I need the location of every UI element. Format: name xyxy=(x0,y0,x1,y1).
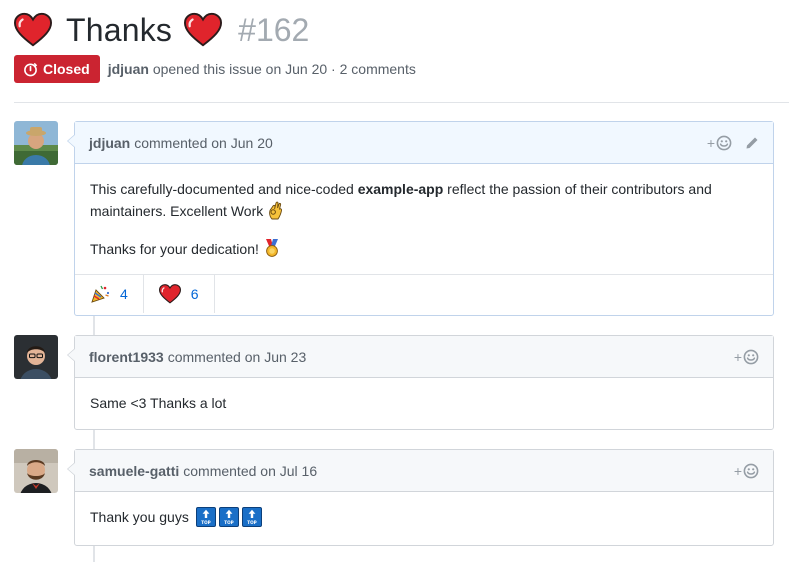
top-arrow-icon xyxy=(242,507,262,527)
comment-author-link[interactable]: samuele-gatti xyxy=(89,463,179,479)
timeline-connector xyxy=(93,316,95,335)
issue-meta-details: opened this issue on Jun 20 · 2 comments xyxy=(152,61,416,77)
add-reaction-button[interactable]: + xyxy=(707,135,732,151)
issue-meta-text: jdjuan opened this issue on Jun 20 · 2 c… xyxy=(108,61,416,77)
issue-closed-icon xyxy=(24,62,38,76)
comment-text: Thanks for your dedication! xyxy=(90,241,259,257)
smiley-icon xyxy=(716,135,732,151)
comment-body: Thank you guys xyxy=(75,492,773,542)
comment-body: Same <3 Thanks a lot xyxy=(75,378,773,428)
comment-timestamp[interactable]: commented on Jul 16 xyxy=(183,463,317,479)
ok-hand-icon xyxy=(269,201,283,220)
smiley-icon xyxy=(743,349,759,365)
issue-author-link[interactable]: jdjuan xyxy=(108,61,149,77)
comment-text: Thank you guys xyxy=(90,509,189,525)
comment-timestamp[interactable]: commented on Jun 23 xyxy=(168,349,307,365)
timeline-connector xyxy=(93,430,95,449)
issue-meta: Closed jdjuan opened this issue on Jun 2… xyxy=(14,55,416,83)
reaction-count: 4 xyxy=(120,286,128,302)
comment-author-link[interactable]: jdjuan xyxy=(89,135,130,151)
smiley-icon xyxy=(743,463,759,479)
status-badge: Closed xyxy=(14,55,100,83)
comment-card: samuele-gatti commented on Jul 16 + Than… xyxy=(67,449,774,546)
avatar[interactable] xyxy=(14,121,58,165)
comment-header: samuele-gatti commented on Jul 16 + xyxy=(75,450,773,492)
issue-title: Thanks xyxy=(66,11,173,48)
add-reaction-button[interactable]: + xyxy=(734,349,759,365)
edit-button[interactable] xyxy=(744,136,759,150)
comment-paragraph: Thank you guys xyxy=(90,506,759,528)
issue-title-row: Thanks #162 xyxy=(14,6,789,54)
timeline-connector xyxy=(93,546,95,562)
comment-card: florent1933 commented on Jun 23 + Same <… xyxy=(67,335,774,430)
comment-timestamp[interactable]: commented on Jun 20 xyxy=(134,135,273,151)
repo-name: example-app xyxy=(357,181,444,197)
heart-icon xyxy=(184,11,222,49)
comment-body: This carefully-documented and nice-coded… xyxy=(75,164,773,274)
avatar[interactable] xyxy=(14,335,58,379)
status-label: Closed xyxy=(43,61,90,77)
comment-header: florent1933 commented on Jun 23 + xyxy=(75,336,773,378)
comment-paragraph: This carefully-documented and nice-coded… xyxy=(90,178,759,222)
heart-icon xyxy=(14,11,52,49)
header-divider xyxy=(14,102,789,103)
add-reaction-button[interactable]: + xyxy=(734,463,759,479)
comment-author-link[interactable]: florent1933 xyxy=(89,349,164,365)
reactions-bar: 4 6 xyxy=(75,274,773,313)
reaction-heart[interactable]: 6 xyxy=(144,275,215,313)
reaction-hooray[interactable]: 4 xyxy=(75,275,144,313)
party-popper-icon xyxy=(91,285,110,303)
pencil-icon xyxy=(746,137,758,148)
top-arrow-icon xyxy=(219,507,239,527)
medal-icon xyxy=(265,239,278,257)
comment-card: jdjuan commented on Jun 20 + This carefu… xyxy=(67,121,774,316)
comment-paragraph: Thanks for your dedication! xyxy=(90,238,759,260)
comment-header: jdjuan commented on Jun 20 + xyxy=(75,122,773,164)
heart-icon xyxy=(159,284,181,304)
top-arrow-icon xyxy=(196,507,216,527)
comment-text: Same <3 Thanks a lot xyxy=(90,395,227,411)
reaction-count: 6 xyxy=(190,286,199,302)
issue-header: Thanks #162 xyxy=(14,6,789,54)
comment-text: This carefully-documented and nice-coded xyxy=(90,181,358,197)
issue-number: #162 xyxy=(238,11,310,48)
avatar[interactable] xyxy=(14,449,58,493)
